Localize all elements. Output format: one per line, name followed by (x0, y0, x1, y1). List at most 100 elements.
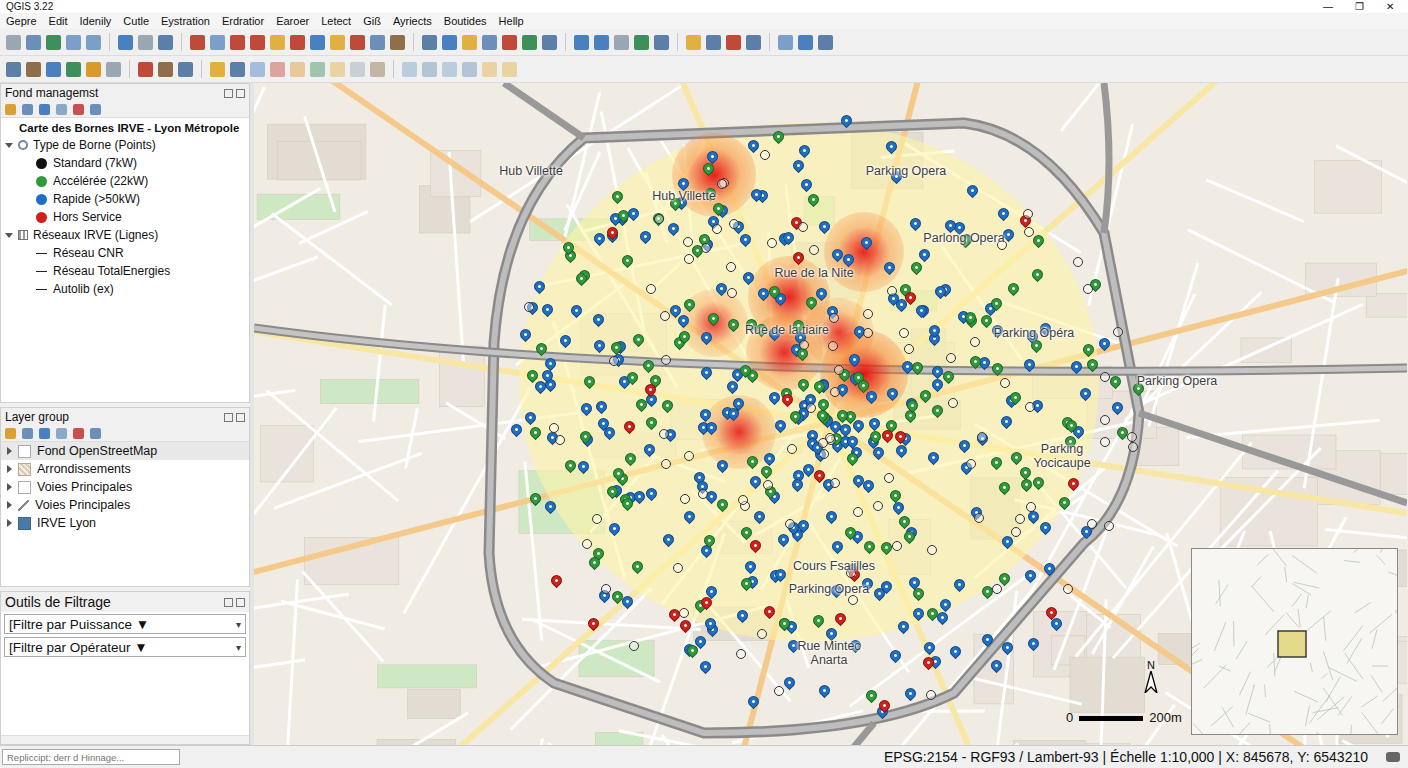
layer-row[interactable]: Arrondissements (1, 460, 249, 478)
legend-item[interactable]: Hors Service (1, 208, 249, 226)
menu-item[interactable]: Letect (321, 15, 351, 27)
charger-standard-marker[interactable] (582, 539, 592, 549)
charger-standard-marker[interactable] (809, 245, 819, 255)
tool-icon[interactable] (158, 35, 173, 50)
charger-standard-marker[interactable] (736, 649, 746, 659)
panel-tool-icon[interactable] (73, 428, 84, 439)
tool-icon[interactable] (310, 35, 325, 50)
charger-standard-marker[interactable] (1100, 437, 1110, 447)
tool-icon[interactable] (350, 62, 365, 77)
tool-icon[interactable] (6, 35, 21, 50)
tool-icon[interactable] (614, 35, 629, 50)
tool-icon[interactable] (422, 35, 437, 50)
expand-icon[interactable] (7, 519, 12, 527)
menu-item[interactable]: Hellp (499, 15, 524, 27)
charger-pin-marker[interactable] (902, 686, 918, 702)
layer-row[interactable]: IRVE Lyon (1, 514, 249, 532)
charger-pin-marker[interactable] (698, 659, 714, 675)
charger-standard-marker[interactable] (977, 432, 987, 442)
charger-standard-marker[interactable] (549, 423, 559, 433)
close-icon[interactable] (236, 413, 245, 422)
tool-icon[interactable] (26, 35, 41, 50)
tool-icon[interactable] (190, 35, 205, 50)
charger-standard-marker[interactable] (712, 224, 722, 234)
charger-standard-marker[interactable] (992, 584, 1002, 594)
tool-icon[interactable] (818, 35, 833, 50)
charger-standard-marker[interactable] (819, 449, 829, 459)
tool-icon[interactable] (462, 62, 477, 77)
charger-pin-marker[interactable] (782, 675, 798, 691)
tool-icon[interactable] (118, 35, 133, 50)
horizontal-scrollbar[interactable] (1, 735, 249, 744)
charger-standard-marker[interactable] (673, 563, 683, 573)
tool-icon[interactable] (482, 35, 497, 50)
float-icon[interactable] (224, 413, 233, 422)
charger-standard-marker[interactable] (853, 507, 863, 517)
panel-tool-icon[interactable] (90, 428, 101, 439)
legend-item[interactable]: Réseau CNR (1, 244, 249, 262)
tool-icon[interactable] (210, 62, 225, 77)
expand-icon[interactable] (5, 233, 13, 238)
charger-standard-marker[interactable] (785, 519, 795, 529)
charger-standard-marker[interactable] (899, 328, 909, 338)
charger-standard-marker[interactable] (727, 288, 737, 298)
legend-item[interactable]: Standard (7kW) (1, 154, 249, 172)
legend-item[interactable]: Accélérée (22kW) (1, 172, 249, 190)
charger-standard-marker[interactable] (1063, 584, 1073, 594)
tool-icon[interactable] (798, 35, 813, 50)
menu-item[interactable]: Idenily (80, 15, 112, 27)
map-canvas[interactable]: Hub VilletteHub VilletteParking OperaPar… (254, 83, 1408, 745)
charger-standard-marker[interactable] (970, 337, 980, 347)
tool-icon[interactable] (250, 62, 265, 77)
charger-standard-marker[interactable] (1073, 257, 1083, 267)
panel-tool-icon[interactable] (22, 428, 33, 439)
charger-standard-marker[interactable] (1087, 519, 1097, 529)
charger-standard-marker[interactable] (629, 641, 639, 651)
menu-item[interactable]: Boutides (444, 15, 487, 27)
charger-standard-marker[interactable] (892, 541, 902, 551)
panel-tool-icon[interactable] (22, 104, 33, 115)
charger-standard-marker[interactable] (767, 238, 777, 248)
panel-tool-icon[interactable] (5, 104, 16, 115)
charger-standard-marker[interactable] (863, 309, 873, 319)
menu-item[interactable]: Gepre (6, 15, 37, 27)
window-control-button[interactable]: — (1323, 1, 1333, 12)
charger-standard-marker[interactable] (774, 686, 784, 696)
legend-group[interactable]: Type de Borne (Points) (1, 136, 249, 154)
charger-standard-marker[interactable] (1083, 284, 1093, 294)
tool-icon[interactable] (542, 35, 557, 50)
charger-standard-marker[interactable] (701, 243, 711, 253)
legend-group[interactable]: Réseaux IRVE (Lignes) (1, 226, 249, 244)
tool-icon[interactable] (26, 62, 41, 77)
tool-icon[interactable] (706, 35, 721, 50)
tool-icon[interactable] (250, 35, 265, 50)
charger-standard-marker[interactable] (798, 222, 808, 232)
legend-item[interactable]: Réseau TotalEnergies (1, 262, 249, 280)
tool-icon[interactable] (442, 62, 457, 77)
charger-standard-marker[interactable] (1024, 227, 1034, 237)
charger-standard-marker[interactable] (946, 353, 956, 363)
charger-standard-marker[interactable] (679, 608, 689, 618)
tool-icon[interactable] (290, 35, 305, 50)
close-icon[interactable] (236, 598, 245, 607)
tool-icon[interactable] (390, 35, 405, 50)
tool-icon[interactable] (370, 62, 385, 77)
tool-icon[interactable] (746, 35, 761, 50)
panel-tool-icon[interactable] (56, 428, 67, 439)
menu-item[interactable]: Erdratior (222, 15, 264, 27)
charger-pin-marker[interactable] (549, 572, 565, 588)
menu-item[interactable]: Cutle (123, 15, 149, 27)
charger-standard-marker[interactable] (757, 629, 767, 639)
tool-icon[interactable] (210, 35, 225, 50)
tool-icon[interactable] (594, 35, 609, 50)
charger-standard-marker[interactable] (926, 690, 936, 700)
tool-icon[interactable] (330, 35, 345, 50)
charger-standard-marker[interactable] (684, 451, 694, 461)
tool-icon[interactable] (46, 62, 61, 77)
expand-icon[interactable] (5, 143, 13, 148)
charger-standard-marker[interactable] (1104, 521, 1114, 531)
tool-icon[interactable] (686, 35, 701, 50)
charger-standard-marker[interactable] (659, 429, 669, 439)
charger-standard-marker[interactable] (1011, 527, 1021, 537)
menu-item[interactable]: Eystration (161, 15, 210, 27)
